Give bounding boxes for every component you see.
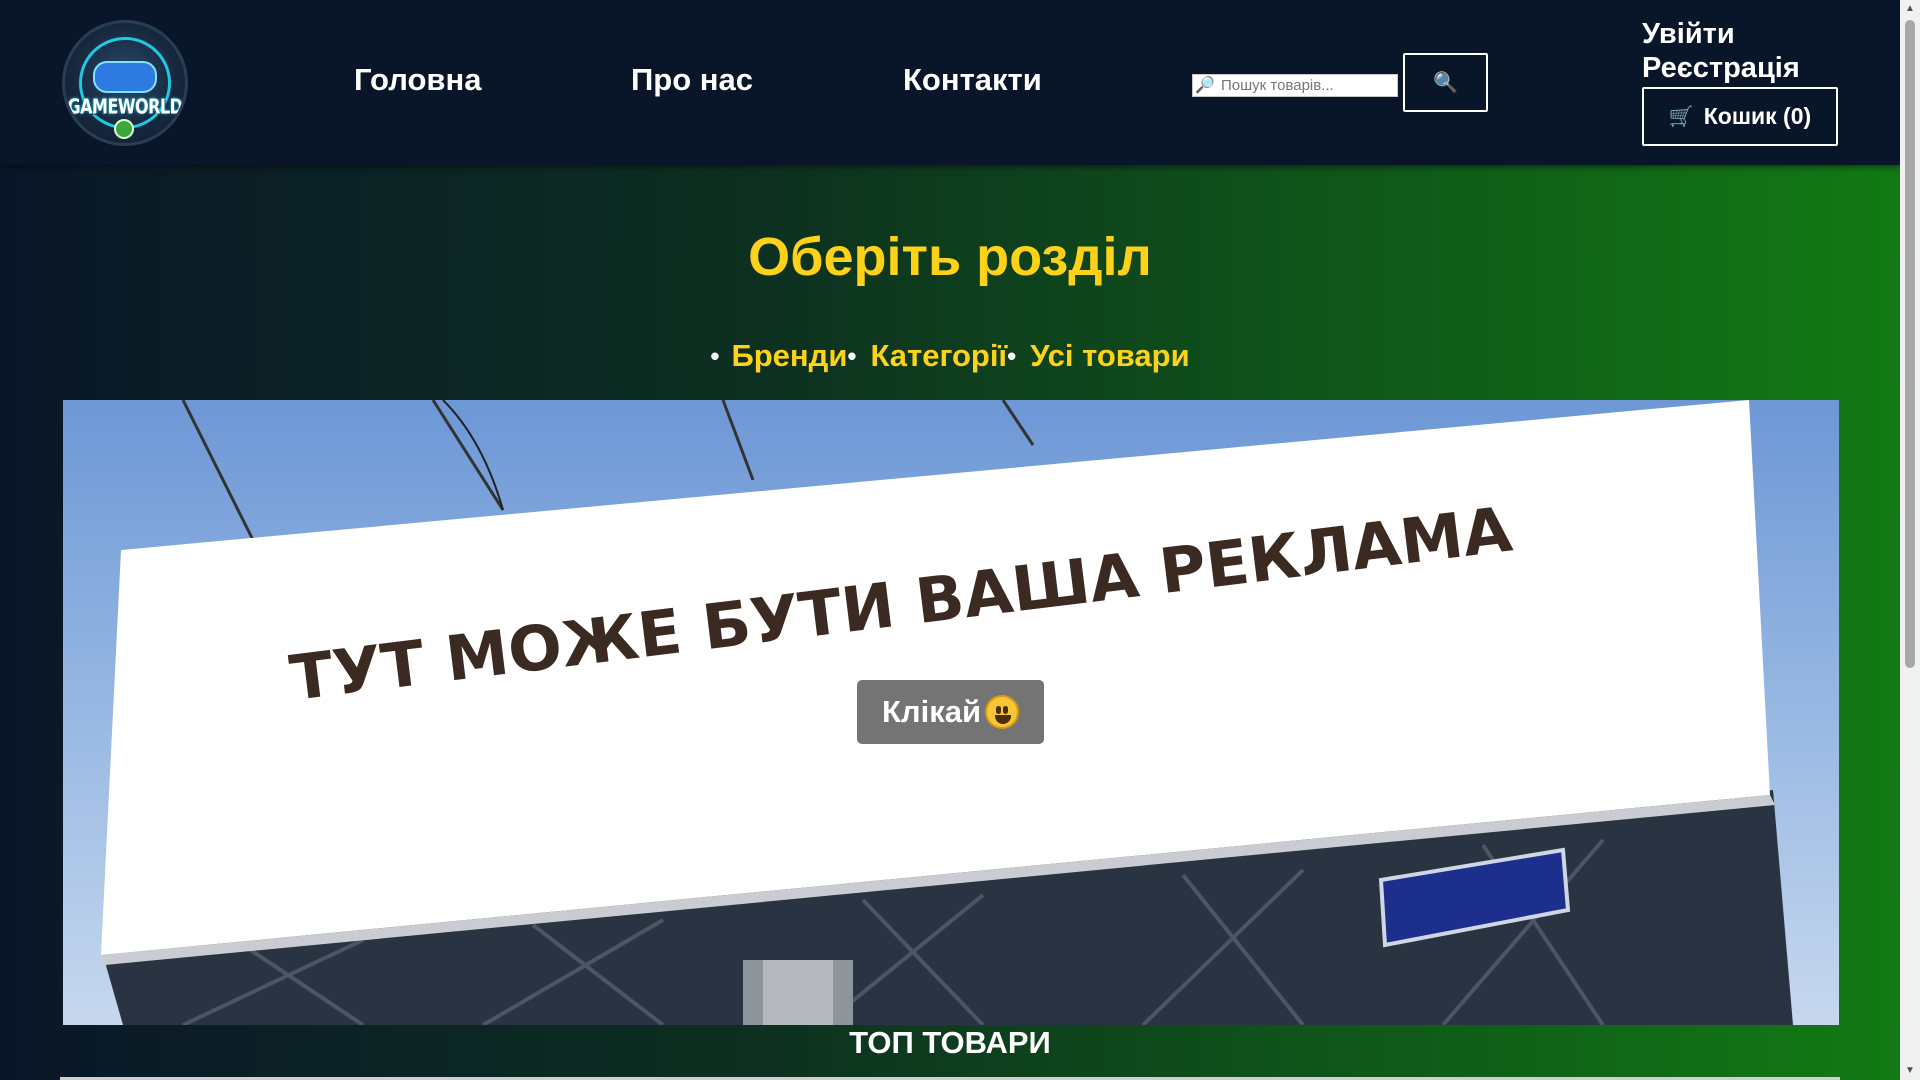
nav-home[interactable]: Головна (354, 62, 481, 98)
section-label: Бренди (731, 338, 848, 373)
gameworld-logo[interactable]: GAMEWORLD (62, 20, 188, 146)
cart-icon: 🛒 (1668, 106, 1694, 128)
site-header: GAMEWORLD Головна Про нас Контакти 🔎 🔍 У… (0, 0, 1900, 165)
scroll-down-icon[interactable]: ▼ (1900, 1062, 1920, 1080)
page-title: Оберіть розділ (748, 227, 1152, 287)
xbox-icon (114, 119, 134, 139)
section-list: • Бренди • Категорії • Усі товари (0, 338, 1900, 374)
top-products-title: ТОП ТОВАРИ (849, 1025, 1051, 1060)
gamepad-icon (93, 61, 157, 93)
search-input[interactable] (1192, 74, 1398, 97)
section-label: Усі товари (1030, 338, 1190, 373)
login-link[interactable]: Увійти (1642, 18, 1735, 51)
register-link[interactable]: Реєстрація (1642, 52, 1800, 85)
section-item-all-products[interactable]: • Усі товари (1007, 338, 1190, 374)
smiley-icon (985, 695, 1020, 729)
bullet-icon: • (1007, 340, 1017, 371)
page: GAMEWORLD Головна Про нас Контакти 🔎 🔍 У… (0, 0, 1900, 1080)
bullet-icon: • (710, 340, 720, 371)
cart-button[interactable]: 🛒 Кошик (0) (1642, 87, 1838, 146)
section-label: Категорії (870, 338, 1008, 373)
nav-contacts[interactable]: Контакти (903, 62, 1042, 98)
bullet-icon: • (847, 340, 857, 371)
logo-text: GAMEWORLD (67, 94, 183, 119)
nav-about[interactable]: Про нас (631, 62, 753, 98)
vertical-scrollbar[interactable]: ▲ ▼ (1900, 0, 1920, 1080)
section-item-categories[interactable]: • Категорії (847, 338, 1007, 374)
search-button[interactable]: 🔍 (1403, 53, 1488, 112)
section-item-brands[interactable]: • Бренди (710, 338, 847, 374)
click-button-label: Клікай (881, 694, 982, 729)
click-button[interactable]: Клікай (857, 680, 1044, 744)
cart-label: Кошик (0) (1703, 103, 1812, 129)
scroll-up-icon[interactable]: ▲ (1900, 0, 1920, 18)
scrollbar-thumb[interactable] (1905, 20, 1915, 668)
search-icon: 🔍 (1433, 72, 1458, 94)
